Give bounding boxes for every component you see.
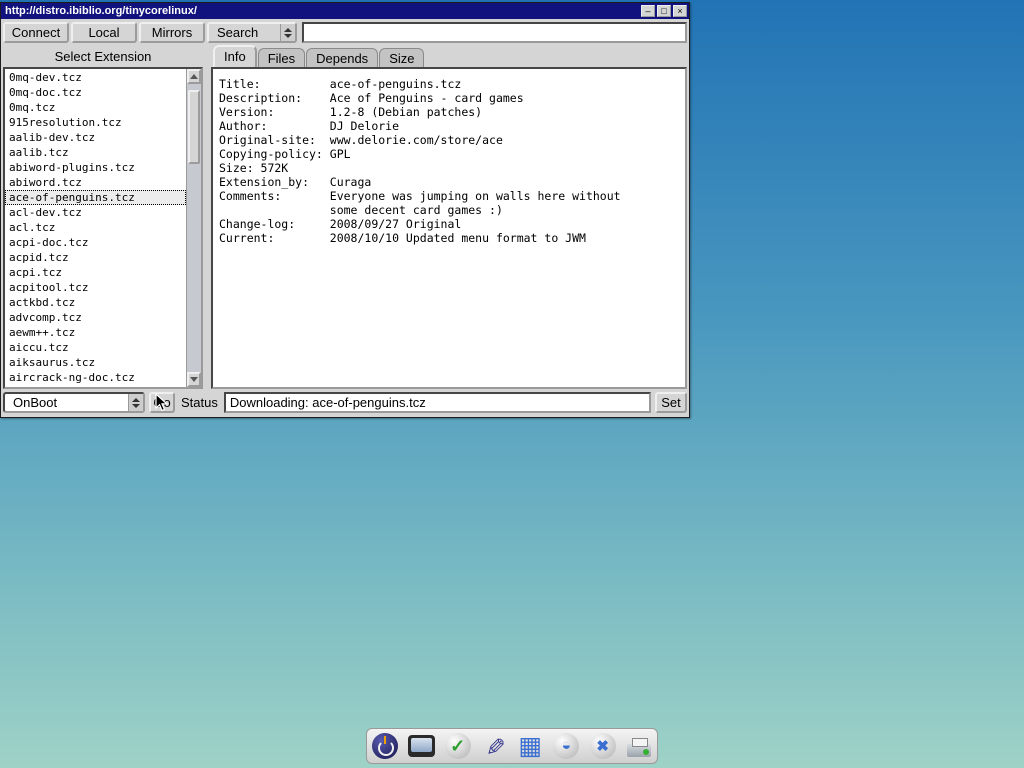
info-line: Title: ace-of-penguins.tcz	[219, 77, 679, 91]
info-line: Version: 1.2-8 (Debian patches)	[219, 105, 679, 119]
extension-list-item[interactable]: acpi-doc.tcz	[5, 235, 186, 250]
extension-list-item[interactable]: ace-of-penguins.tcz	[5, 190, 186, 205]
info-line: Description: Ace of Penguins - card game…	[219, 91, 679, 105]
extension-list-item[interactable]: acpi.tcz	[5, 265, 186, 280]
extension-list-item[interactable]: 0mq.tcz	[5, 100, 186, 115]
search-mode-select[interactable]: Search	[207, 22, 297, 43]
search-input[interactable]	[302, 22, 687, 43]
extension-list-item[interactable]: acl-dev.tcz	[5, 205, 186, 220]
maximize-button[interactable]: □	[657, 5, 671, 17]
list-scrollbar[interactable]	[186, 69, 201, 387]
extension-list-item[interactable]: 915resolution.tcz	[5, 115, 186, 130]
printer-icon[interactable]	[623, 730, 655, 762]
tab[interactable]: Info	[213, 45, 257, 67]
control-panel-icon[interactable]: ✓	[442, 730, 474, 762]
tab-bar: InfoFilesDependsSize	[213, 45, 425, 67]
extension-list-item[interactable]: advcomp.tcz	[5, 310, 186, 325]
info-line: some decent card games :)	[219, 203, 679, 217]
terminal-icon[interactable]	[405, 730, 437, 762]
status-bar: OnBoot Go Status Set	[1, 389, 689, 417]
extension-listbox[interactable]: 0mq-dev.tcz0mq-doc.tcz0mq.tcz915resoluti…	[3, 67, 203, 389]
extension-list-item[interactable]: acpid.tcz	[5, 250, 186, 265]
onboot-label: OnBoot	[13, 395, 57, 410]
info-line: Size: 572K	[219, 161, 679, 175]
extension-list-item[interactable]: 0mq-dev.tcz	[5, 70, 186, 85]
local-button[interactable]: Local	[71, 22, 137, 43]
info-panel[interactable]: Title: ace-of-penguins.tczDescription: A…	[211, 67, 687, 389]
extension-list-item[interactable]: aiksaurus.tcz	[5, 355, 186, 370]
info-line: Author: DJ Delorie	[219, 119, 679, 133]
extension-list-item[interactable]: aalib-dev.tcz	[5, 130, 186, 145]
scrollbar-thumb[interactable]	[188, 90, 200, 164]
scroll-up-icon[interactable]	[187, 69, 201, 84]
tab[interactable]: Files	[258, 48, 305, 67]
extension-list-item[interactable]: aiccu.tcz	[5, 340, 186, 355]
scroll-down-icon[interactable]	[187, 372, 201, 387]
connect-button[interactable]: Connect	[3, 22, 69, 43]
extension-list-item[interactable]: abiword-plugins.tcz	[5, 160, 186, 175]
exchange-icon[interactable]: ✖	[587, 730, 619, 762]
window-title: http://distro.ibiblio.org/tinycorelinux/	[5, 5, 639, 17]
extension-list-item[interactable]: aewm++.tcz	[5, 325, 186, 340]
set-button[interactable]: Set	[655, 392, 687, 413]
header-row: Select Extension InfoFilesDependsSize	[1, 45, 689, 67]
chevron-updown-icon	[128, 394, 143, 411]
tab[interactable]: Depends	[306, 48, 378, 67]
mirrors-button[interactable]: Mirrors	[139, 22, 205, 43]
info-line: Current: 2008/10/10 Updated menu format …	[219, 231, 679, 245]
status-field[interactable]	[224, 392, 651, 413]
extension-list-item[interactable]: actkbd.tcz	[5, 295, 186, 310]
titlebar[interactable]: http://distro.ibiblio.org/tinycorelinux/…	[1, 3, 689, 19]
search-mode-label: Search	[217, 25, 258, 40]
extension-list-item[interactable]: aircrack-ng-doc.tcz	[5, 370, 186, 385]
extension-list-item[interactable]: aalib.tcz	[5, 145, 186, 160]
status-label: Status	[181, 395, 218, 410]
onboot-select[interactable]: OnBoot	[3, 392, 145, 413]
close-button[interactable]: ×	[673, 5, 687, 17]
mount-icon[interactable]: ◒	[550, 730, 582, 762]
scrollbar-track[interactable]	[187, 84, 201, 372]
tab[interactable]: Size	[379, 48, 424, 67]
info-line: Comments: Everyone was jumping on walls …	[219, 189, 679, 203]
info-line: Original-site: www.delorie.com/store/ace	[219, 133, 679, 147]
mouse-cursor	[155, 393, 169, 413]
extension-list-item[interactable]: 0mq-doc.tcz	[5, 85, 186, 100]
extension-list-item[interactable]: aircrack-ng.tcz	[5, 385, 186, 387]
extension-list-item[interactable]: acpitool.tcz	[5, 280, 186, 295]
extension-list-item[interactable]: acl.tcz	[5, 220, 186, 235]
power-icon[interactable]	[369, 730, 401, 762]
editor-icon[interactable]: ✎	[478, 730, 510, 762]
extension-list-item[interactable]: abiword.tcz	[5, 175, 186, 190]
info-line: Copying-policy: GPL	[219, 147, 679, 161]
main-area: 0mq-dev.tcz0mq-doc.tcz0mq.tcz915resoluti…	[1, 67, 689, 389]
info-line: Extension_by: Curaga	[219, 175, 679, 189]
minimize-button[interactable]: –	[641, 5, 655, 17]
toolbar: Connect Local Mirrors Search	[1, 19, 689, 45]
extension-list[interactable]: 0mq-dev.tcz0mq-doc.tcz0mq.tcz915resoluti…	[5, 69, 186, 387]
chevron-updown-icon	[280, 24, 295, 41]
list-header: Select Extension	[3, 49, 203, 67]
appbrowser-window: http://distro.ibiblio.org/tinycorelinux/…	[0, 2, 690, 418]
dock-items: ✓✎▦◒✖	[367, 730, 657, 762]
info-line: Change-log: 2008/09/27 Original	[219, 217, 679, 231]
desktop[interactable]: http://distro.ibiblio.org/tinycorelinux/…	[0, 0, 1024, 768]
dock: ✓✎▦◒✖	[366, 728, 658, 764]
appbrowser-icon[interactable]: ▦	[514, 730, 546, 762]
info-lines: Title: ace-of-penguins.tczDescription: A…	[219, 77, 679, 245]
